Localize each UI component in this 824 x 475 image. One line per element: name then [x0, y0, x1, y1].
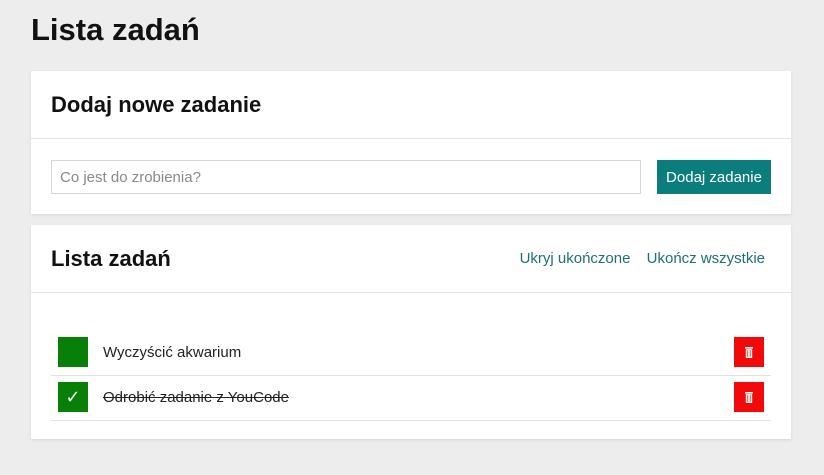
task-list: Wyczyścić akwarium ✓ Odrobić zadanie z Y…: [51, 331, 771, 421]
task-checkbox-checked[interactable]: ✓: [58, 382, 88, 412]
add-task-button[interactable]: Dodaj zadanie: [657, 160, 771, 194]
delete-task-button[interactable]: [734, 382, 764, 412]
check-icon: ✓: [65, 387, 81, 407]
task-list-card-header: Lista zadań Ukryj ukończone Ukończ wszys…: [31, 225, 791, 293]
delete-task-button[interactable]: [734, 337, 764, 367]
task-list-title: Lista zadań: [51, 246, 171, 271]
page-title: Lista zadań: [31, 12, 200, 47]
add-task-card: Dodaj nowe zadanie Dodaj zadanie: [31, 71, 791, 214]
trash-icon: [745, 391, 753, 403]
task-label: Wyczyścić akwarium: [103, 344, 242, 361]
hide-completed-button[interactable]: Ukryj ukończone: [520, 250, 631, 267]
list-actions: Ukryj ukończone Ukończ wszystkie: [508, 225, 765, 292]
task-label: Odrobić zadanie z YouCode: [103, 389, 289, 406]
task-item: ✓ Odrobić zadanie z YouCode: [51, 376, 771, 421]
task-list-card: Lista zadań Ukryj ukończone Ukończ wszys…: [31, 225, 791, 439]
task-checkbox[interactable]: [58, 337, 88, 367]
add-task-title: Dodaj nowe zadanie: [51, 92, 262, 117]
task-item: Wyczyścić akwarium: [51, 331, 771, 376]
trash-icon: [745, 346, 753, 358]
complete-all-button[interactable]: Ukończ wszystkie: [647, 250, 765, 267]
new-task-input[interactable]: [51, 160, 641, 194]
add-task-card-header: Dodaj nowe zadanie: [31, 71, 791, 139]
